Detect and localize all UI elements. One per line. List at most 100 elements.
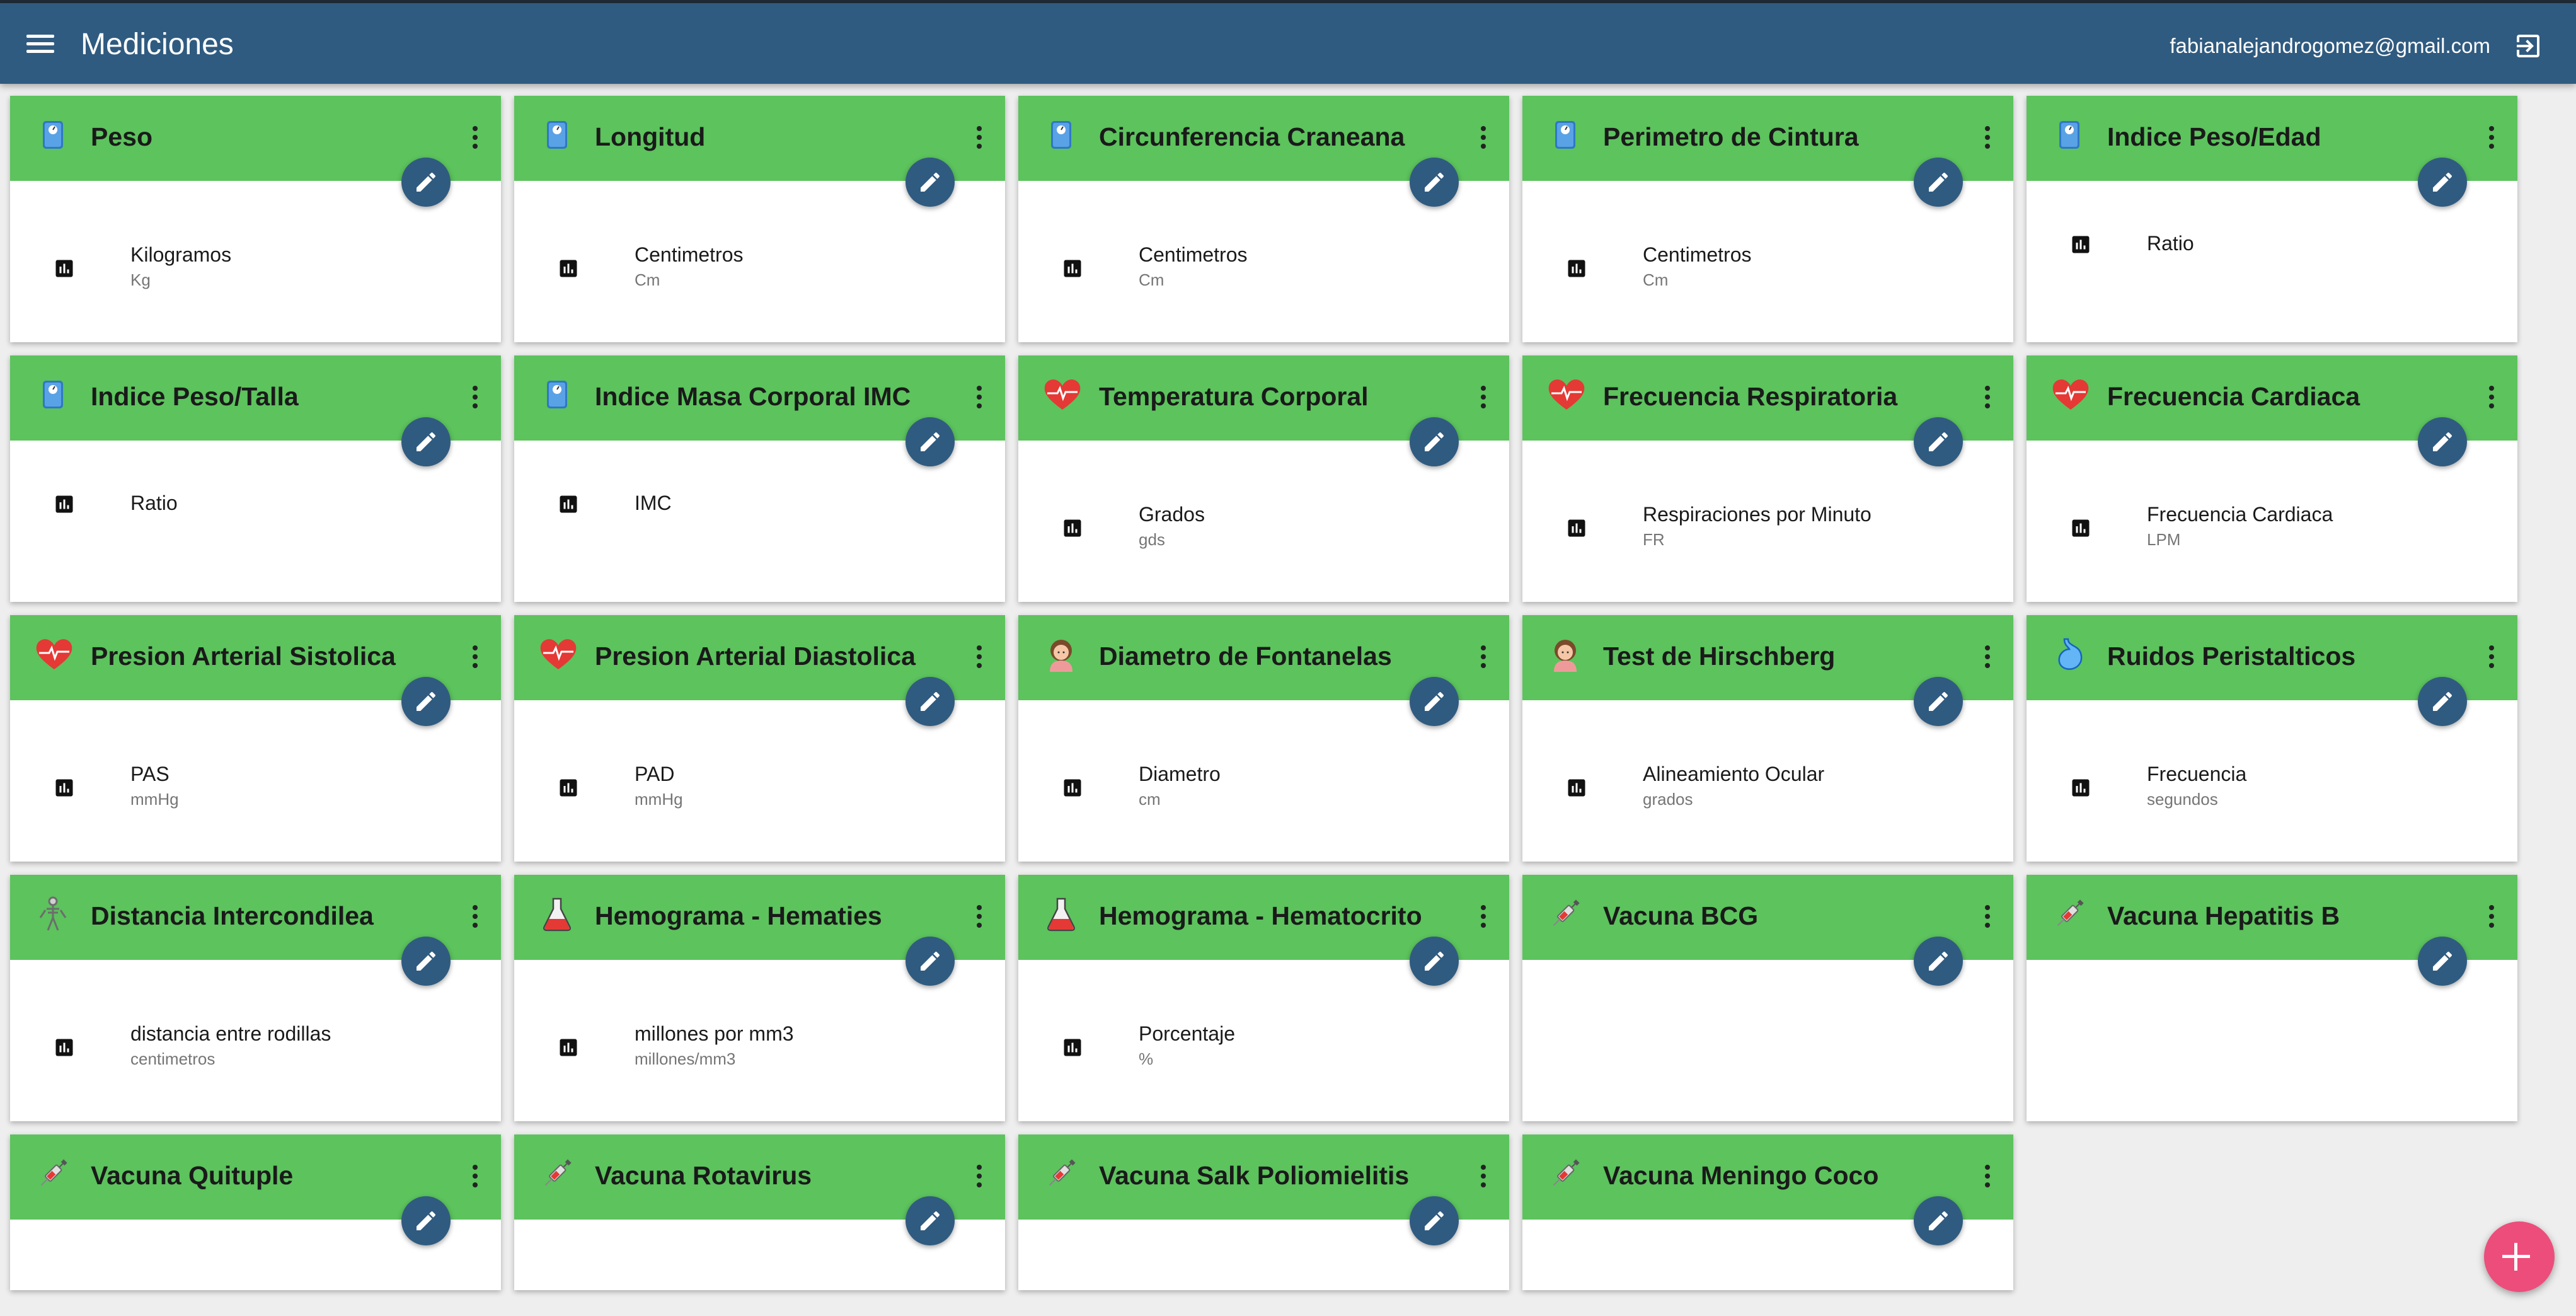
edit-button[interactable] [1914,937,1963,986]
more-vert-icon[interactable] [974,1162,984,1190]
edit-button[interactable] [1410,158,1459,207]
card-title: Vacuna Hepatitis B [2107,901,2340,930]
measurement-card: Vacuna Rotavirus [514,1134,1005,1290]
more-vert-icon[interactable] [1982,124,1992,151]
edit-button[interactable] [2418,937,2467,986]
edit-button[interactable] [906,158,955,207]
bar-chart-icon [2069,517,2092,540]
measure-row: Grados gds [1061,502,1490,552]
add-measurement-button[interactable] [2484,1221,2555,1292]
measure-unit: segundos [2147,790,2218,809]
more-vert-icon[interactable] [1478,903,1488,930]
more-vert-icon[interactable] [2486,643,2496,671]
bar-chart-icon [1565,776,1588,799]
edit-button[interactable] [401,1196,451,1245]
bar-chart-icon [1565,257,1588,280]
heart-icon [1042,376,1081,413]
bar-chart-icon [557,257,580,280]
more-vert-icon[interactable] [974,383,984,411]
flask-icon [1042,895,1080,933]
more-vert-icon[interactable] [1982,643,1992,671]
measure-row: Frecuencia segundos [2069,761,2498,812]
more-vert-icon[interactable] [2486,903,2496,930]
flask-icon [538,895,576,933]
measurement-card: Vacuna BCG [1522,875,2013,1121]
edit-button[interactable] [1410,1196,1459,1245]
bar-chart-icon [2069,233,2092,256]
edit-button[interactable] [906,937,955,986]
card-title: Vacuna Meningo Coco [1603,1161,1879,1190]
more-vert-icon[interactable] [2486,124,2496,151]
edit-button[interactable] [1410,937,1459,986]
card-title: Presion Arterial Diastolica [595,642,916,671]
more-vert-icon[interactable] [469,903,480,930]
edit-button[interactable] [1410,417,1459,466]
more-vert-icon[interactable] [1478,1162,1488,1190]
edit-button[interactable] [401,158,451,207]
edit-button[interactable] [401,677,451,726]
edit-button[interactable] [1914,417,1963,466]
edit-button[interactable] [401,937,451,986]
more-vert-icon[interactable] [1478,643,1488,671]
logout-icon[interactable] [2513,31,2543,61]
bar-chart-icon [557,776,580,799]
syringe-icon [1546,1155,1584,1192]
edit-button[interactable] [2418,158,2467,207]
measure-row: Respiraciones por Minuto FR [1565,502,1994,552]
heart-icon [2050,376,2089,413]
measurement-card: Test de Hirschberg Alineamiento Ocular g… [1522,615,2013,862]
measure-unit: millones/mm3 [635,1049,736,1068]
more-vert-icon[interactable] [469,1162,480,1190]
measure-unit: gds [1139,530,1165,549]
measure-unit: Kg [130,270,151,289]
hamburger-menu-icon[interactable] [26,35,54,54]
more-vert-icon[interactable] [2486,383,2496,411]
page-title: Mediciones [81,28,234,61]
edit-button[interactable] [906,417,955,466]
more-vert-icon[interactable] [974,903,984,930]
card-title: Peso [91,122,152,151]
edit-button[interactable] [906,1196,955,1245]
edit-button[interactable] [1410,677,1459,726]
more-vert-icon[interactable] [469,643,480,671]
edit-button[interactable] [1914,158,1963,207]
more-vert-icon[interactable] [974,643,984,671]
scale-icon [538,376,576,413]
measurement-card: Frecuencia Respiratoria Respiraciones po… [1522,355,2013,602]
measure-name: Ratio [2147,232,2194,255]
more-vert-icon[interactable] [1478,124,1488,151]
edit-button[interactable] [1914,677,1963,726]
more-vert-icon[interactable] [469,383,480,411]
card-title: Distancia Intercondilea [91,901,374,930]
more-vert-icon[interactable] [1982,1162,1992,1190]
measurement-card: Circunferencia Craneana Centimetros Cm [1018,96,1509,342]
syringe-icon [538,1155,576,1192]
edit-button[interactable] [1914,1196,1963,1245]
scale-icon [34,116,72,154]
more-vert-icon[interactable] [974,124,984,151]
card-title: Perimetro de Cintura [1603,122,1859,151]
card-title: Ruidos Peristalticos [2107,642,2356,671]
measure-row: Porcentaje % [1061,1021,1490,1071]
measure-row: Diametro cm [1061,761,1490,812]
measure-row: IMC [557,492,986,542]
more-vert-icon[interactable] [1478,383,1488,411]
measure-name: Porcentaje [1139,1022,1235,1045]
card-title: Vacuna Quituple [91,1161,294,1190]
measurement-card: Perimetro de Cintura Centimetros Cm [1522,96,2013,342]
measure-name: Alineamiento Ocular [1643,763,1825,785]
more-vert-icon[interactable] [1982,903,1992,930]
card-title: Diametro de Fontanelas [1099,642,1392,671]
more-vert-icon[interactable] [1982,383,1992,411]
measure-name: Respiraciones por Minuto [1643,503,1872,526]
edit-button[interactable] [401,417,451,466]
edit-button[interactable] [2418,417,2467,466]
measure-unit: centimetros [130,1049,216,1068]
edit-button[interactable] [906,677,955,726]
bar-chart-icon [1061,776,1084,799]
edit-button[interactable] [2418,677,2467,726]
measure-name: Frecuencia Cardiaca [2147,503,2333,526]
card-title: Vacuna BCG [1603,901,1759,930]
more-vert-icon[interactable] [469,124,480,151]
measure-name: Diametro [1139,763,1221,785]
